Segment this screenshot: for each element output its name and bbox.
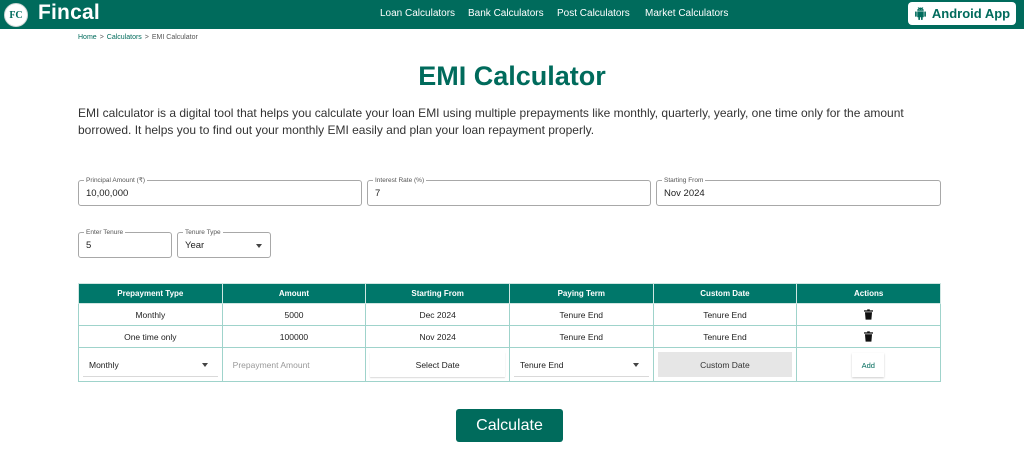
android-app-label: Android App (931, 6, 1011, 21)
col-actions: Actions (796, 283, 941, 304)
principal-amount-label: Principal Amount (₹) (84, 176, 148, 185)
chevron-down-icon (632, 363, 639, 367)
interest-rate-field[interactable]: Interest Rate (%) 7 (367, 176, 651, 206)
nav-loan-calculators[interactable]: Loan Calculators (380, 8, 455, 19)
intro-text: EMI calculator is a digital tool that he… (78, 106, 904, 137)
logo-icon[interactable]: FC (4, 3, 28, 27)
prepayment-table: Prepayment Type Amount Starting From Pay… (78, 283, 941, 382)
col-amount: Amount (221, 283, 367, 304)
select-date-cell: Select Date (365, 347, 510, 382)
cell-amount: 100000 (221, 325, 367, 348)
tenure-label: Enter Tenure (84, 228, 126, 237)
brand-name[interactable]: Fincal (38, 1, 100, 25)
interest-rate-value: 7 (375, 188, 381, 199)
breadcrumb-current: EMI Calculator (151, 34, 198, 41)
prepayment-type-select[interactable]: Monthly (78, 347, 223, 382)
trash-icon[interactable] (864, 331, 874, 342)
prepayment-input-row: Monthly Prepayment Amount Select Date Te… (78, 347, 941, 382)
starting-from-value: Nov 2024 (664, 188, 705, 199)
nav-market-calculators[interactable]: Market Calculators (645, 8, 728, 19)
page-title: EMI Calculator (418, 61, 606, 91)
logo-text: FC (9, 9, 23, 21)
calculate-button[interactable]: Calculate (456, 409, 563, 442)
table-row: One time only 100000 Nov 2024 Tenure End… (78, 325, 941, 348)
breadcrumb-home[interactable]: Home (78, 34, 97, 41)
chevron-down-icon (202, 363, 208, 367)
cell-custom-date: Tenure End (652, 325, 798, 348)
chevron-down-icon (256, 244, 262, 248)
cell-term: Tenure End (508, 325, 654, 348)
nav-post-calculators[interactable]: Post Calculators (557, 8, 630, 19)
tenure-value: 5 (86, 240, 92, 251)
add-cell: Add (796, 347, 941, 382)
tenure-type-value: Year (185, 240, 205, 251)
custom-date-cell: Custom Date (652, 347, 798, 382)
prepayment-amount-placeholder: Prepayment Amount (232, 360, 310, 370)
tenure-type-select[interactable]: Tenure Type Year (177, 228, 271, 258)
select-date-button[interactable]: Select Date (370, 352, 505, 377)
top-navbar: FC Fincal Loan Calculators Bank Calculat… (0, 0, 1024, 29)
android-app-button[interactable]: Android App (908, 2, 1016, 25)
table-header-row: Prepayment Type Amount Starting From Pay… (78, 283, 941, 304)
trash-icon[interactable] (864, 309, 874, 320)
android-icon (914, 7, 926, 20)
tenure-type-label: Tenure Type (183, 228, 223, 237)
table-row: Monthly 5000 Dec 2024 Tenure End Tenure … (78, 303, 941, 326)
interest-rate-label: Interest Rate (%) (373, 176, 427, 185)
col-prepayment-type: Prepayment Type (78, 283, 223, 304)
col-custom-date: Custom Date (652, 283, 798, 304)
principal-amount-value: 10,00,000 (86, 188, 129, 199)
starting-from-label: Starting From (662, 176, 706, 185)
starting-from-field[interactable]: Starting From Nov 2024 (656, 176, 941, 206)
prepayment-amount-input[interactable]: Prepayment Amount (221, 347, 367, 382)
prepayment-type-value: Monthly (89, 360, 119, 370)
cell-term: Tenure End (508, 303, 654, 326)
select-underline (513, 376, 649, 377)
paying-term-select[interactable]: Tenure End (508, 347, 654, 382)
select-underline (83, 376, 218, 377)
nav-bank-calculators[interactable]: Bank Calculators (468, 8, 544, 19)
custom-date-button[interactable]: Custom Date (657, 352, 793, 377)
cell-custom-date: Tenure End (652, 303, 798, 326)
breadcrumb: Home > Calculators > EMI Calculator (78, 34, 198, 41)
cell-actions (796, 325, 941, 348)
col-paying-term: Paying Term (508, 283, 654, 304)
cell-starting: Nov 2024 (365, 325, 510, 348)
cell-actions (796, 303, 941, 326)
add-prepayment-button[interactable]: Add (852, 353, 885, 377)
cell-amount: 5000 (221, 303, 367, 326)
cell-type: Monthly (78, 303, 223, 326)
cell-starting: Dec 2024 (365, 303, 510, 326)
breadcrumb-separator: > (99, 34, 104, 41)
paying-term-value: Tenure End (519, 360, 564, 370)
col-starting-from: Starting From (365, 283, 510, 304)
cell-type: One time only (78, 325, 223, 348)
principal-amount-field[interactable]: Principal Amount (₹) 10,00,000 (78, 176, 362, 206)
breadcrumb-calculators[interactable]: Calculators (107, 34, 142, 41)
breadcrumb-separator: > (144, 34, 149, 41)
tenure-field[interactable]: Enter Tenure 5 (78, 228, 172, 258)
